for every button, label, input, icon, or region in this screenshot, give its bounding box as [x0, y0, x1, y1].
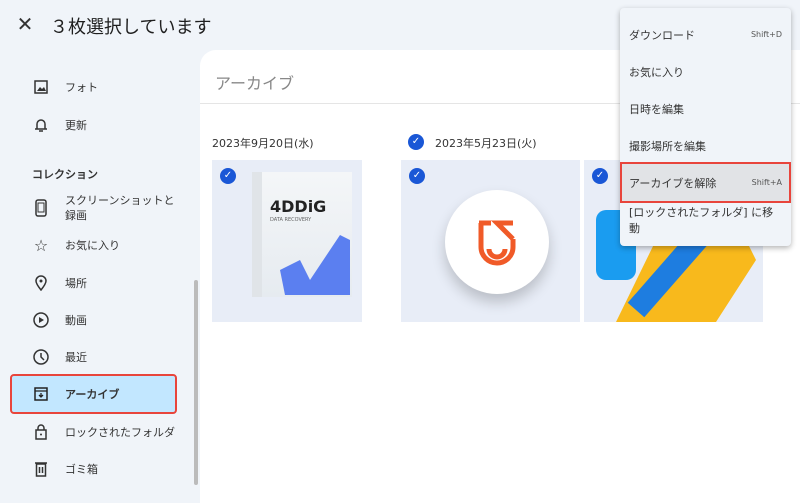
- selected-check-icon[interactable]: ✓: [409, 168, 425, 184]
- sidebar-item-label: お気に入り: [65, 239, 120, 252]
- photo-tile[interactable]: ✓: [401, 160, 580, 322]
- selected-check-icon[interactable]: ✓: [592, 168, 608, 184]
- product-subtitle: DATA RECOVERY: [270, 217, 312, 223]
- photo-icon: [31, 80, 51, 94]
- sidebar-item-videos[interactable]: 動画: [12, 302, 175, 338]
- collection-heading: コレクション: [32, 168, 98, 181]
- sidebar-item-screenshots[interactable]: スクリーンショットと録画: [12, 188, 175, 228]
- sidebar-item-label: 更新: [65, 119, 87, 132]
- page-title: アーカイブ: [215, 74, 295, 93]
- menu-item-label: 撮影場所を編集: [629, 139, 706, 153]
- sidebar-item-label: 場所: [65, 277, 87, 290]
- lock-icon: [31, 424, 51, 440]
- sidebar-item-label: ロックされたフォルダ: [65, 426, 175, 439]
- photo-tile[interactable]: 4DDiG DATA RECOVERY ✓: [212, 160, 362, 322]
- menu-item-edit-location[interactable]: 撮影場所を編集: [620, 127, 791, 164]
- sidebar-item-favorites[interactable]: ☆ お気に入り: [12, 227, 175, 263]
- menu-item-label: お気に入り: [629, 65, 684, 79]
- bell-icon: [31, 117, 51, 133]
- location-icon: [31, 275, 51, 291]
- trash-icon: [31, 461, 51, 477]
- phone-icon: [31, 199, 51, 217]
- selection-title: ３枚選択しています: [50, 17, 212, 38]
- menu-shortcut: Shift+D: [750, 30, 782, 39]
- sidebar-item-label: 動画: [65, 314, 87, 327]
- context-menu: ダウンロード Shift+D お気に入り 日時を編集 撮影場所を編集 アーカイブを…: [620, 8, 791, 246]
- product-box-image: 4DDiG DATA RECOVERY: [252, 172, 352, 297]
- menu-item-label: 日時を編集: [629, 102, 684, 116]
- sidebar-item-recent[interactable]: 最近: [12, 339, 175, 375]
- selected-check-icon[interactable]: ✓: [220, 168, 236, 184]
- menu-item-download[interactable]: ダウンロード Shift+D: [620, 16, 791, 53]
- product-title: 4DDiG: [270, 197, 327, 216]
- app-logo-image: [445, 190, 549, 294]
- menu-item-unarchive[interactable]: アーカイブを解除 Shift+A: [620, 162, 791, 203]
- menu-item-favorite[interactable]: お気に入り: [620, 53, 791, 90]
- play-icon: [31, 312, 51, 328]
- sidebar-scrollbar[interactable]: [194, 280, 198, 485]
- date-heading: 2023年9月20日(水): [212, 137, 314, 150]
- menu-item-label: アーカイブを解除: [629, 176, 717, 190]
- clock-icon: [31, 349, 51, 365]
- menu-item-label: ダウンロード: [629, 28, 695, 42]
- sidebar-item-photos[interactable]: フォト: [12, 69, 175, 105]
- sidebar-item-label: スクリーンショットと録画: [65, 194, 175, 222]
- sidebar-item-locked-folder[interactable]: ロックされたフォルダ: [12, 414, 175, 450]
- sidebar-item-trash[interactable]: ゴミ箱: [12, 451, 175, 487]
- sidebar-item-updates[interactable]: 更新: [12, 107, 175, 143]
- menu-item-label: [ロックされたフォルダ] に移動: [629, 205, 774, 235]
- group-check-icon[interactable]: ✓: [408, 134, 424, 150]
- sidebar-item-label: フォト: [65, 81, 98, 94]
- date-heading: 2023年5月23日(火): [435, 137, 537, 150]
- sidebar-item-places[interactable]: 場所: [12, 265, 175, 301]
- star-icon: ☆: [33, 235, 49, 255]
- menu-item-move-to-locked-folder[interactable]: [ロックされたフォルダ] に移動: [620, 201, 791, 238]
- menu-item-edit-date[interactable]: 日時を編集: [620, 90, 791, 127]
- sidebar-item-label: ゴミ箱: [65, 463, 98, 476]
- sidebar-item-archive[interactable]: アーカイブ: [10, 374, 177, 414]
- menu-shortcut: Shift+A: [751, 178, 782, 187]
- close-button[interactable]: ✕: [14, 13, 36, 35]
- sidebar-item-label: 最近: [65, 351, 87, 364]
- archive-icon: [31, 387, 51, 401]
- sidebar-item-label: アーカイブ: [65, 388, 120, 401]
